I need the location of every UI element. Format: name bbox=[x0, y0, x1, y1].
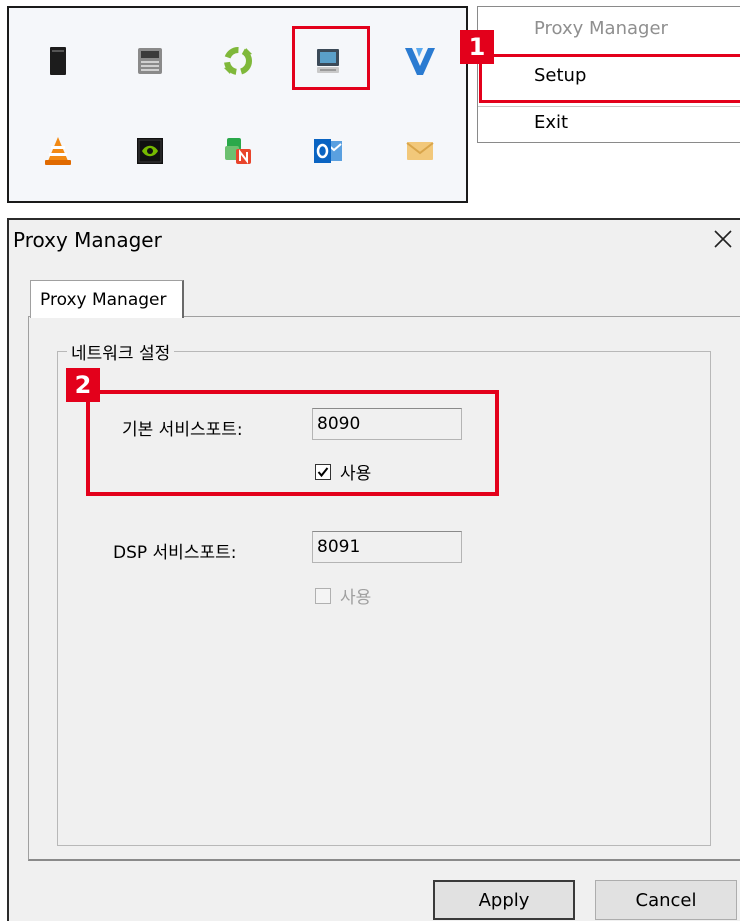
vlc-cone-icon[interactable] bbox=[41, 134, 75, 168]
cancel-button[interactable]: Cancel bbox=[595, 880, 737, 920]
mail-envelope-icon[interactable] bbox=[403, 134, 437, 168]
dsp-port-input[interactable] bbox=[312, 531, 462, 563]
dsp-port-label: DSP 서비스포트: bbox=[113, 543, 237, 563]
step-badge-1: 1 bbox=[460, 30, 494, 64]
blue-v-icon[interactable] bbox=[403, 44, 437, 78]
tray-icon-highlight bbox=[292, 26, 370, 90]
dialog-title: Proxy Manager bbox=[13, 228, 162, 252]
dsp-port-use-checkbox: 사용 bbox=[315, 583, 371, 608]
gray-device-icon[interactable] bbox=[133, 44, 167, 78]
menu-item-exit[interactable]: Exit bbox=[478, 101, 740, 145]
tab-proxy-manager[interactable]: Proxy Manager bbox=[30, 280, 184, 318]
setup-highlight bbox=[479, 54, 740, 103]
group-title: 네트워크 설정 bbox=[67, 339, 175, 364]
close-icon bbox=[714, 230, 732, 248]
outlook-icon[interactable] bbox=[311, 134, 345, 168]
green-recycle-icon[interactable] bbox=[221, 44, 255, 78]
step-badge-2: 2 bbox=[66, 368, 100, 402]
dsp-port-use-label: 사용 bbox=[340, 588, 372, 608]
close-button[interactable] bbox=[712, 228, 734, 250]
naver-n-icon[interactable] bbox=[221, 134, 255, 168]
default-port-highlight bbox=[86, 390, 499, 496]
tray-overflow-panel bbox=[7, 6, 468, 203]
apply-button[interactable]: Apply bbox=[433, 880, 575, 920]
checkbox-box bbox=[315, 587, 331, 604]
dark-tower-icon[interactable] bbox=[41, 44, 75, 78]
proxy-manager-dialog: Proxy Manager Proxy Manager 네트워크 설정 기본 서… bbox=[7, 218, 740, 921]
menu-item-proxy-manager: Proxy Manager bbox=[534, 18, 668, 39]
nvidia-icon[interactable] bbox=[133, 134, 167, 168]
